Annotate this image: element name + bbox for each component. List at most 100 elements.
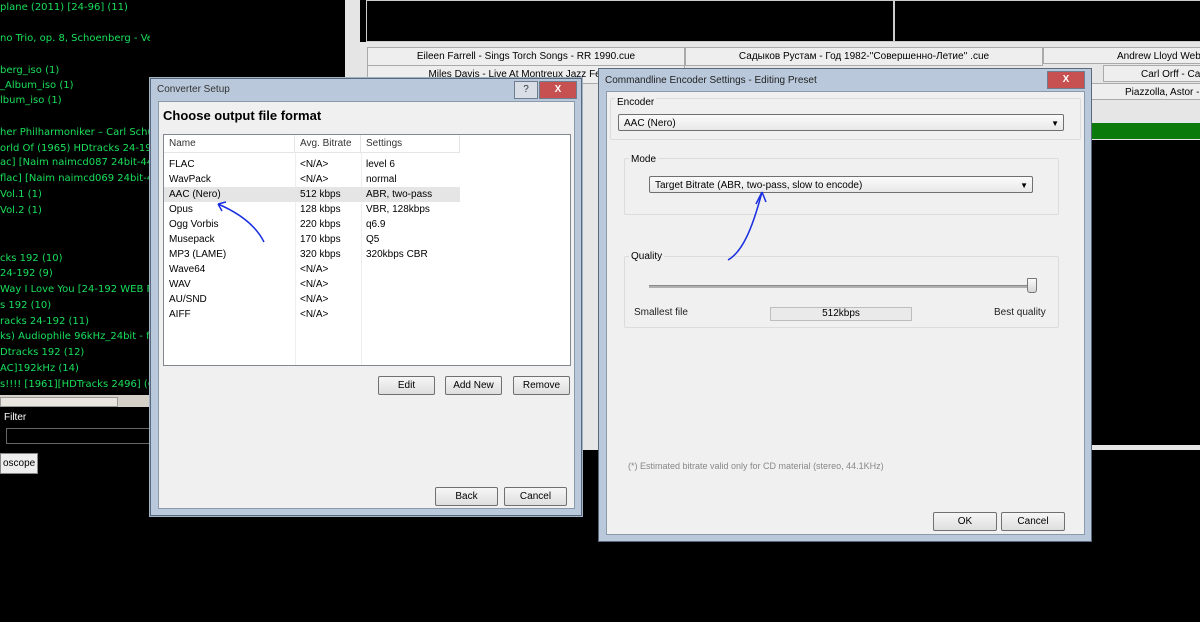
format-row[interactable]: FLAC <N/A> level 6 — [164, 157, 570, 172]
format-list[interactable]: Name Avg. Bitrate Settings FLAC <N/A> leve… — [163, 134, 571, 366]
format-row[interactable]: Wave64 <N/A> — [164, 262, 570, 277]
tree-item[interactable]: _Album_iso (1) — [0, 80, 74, 91]
best-quality-label: Best quality — [994, 307, 1046, 318]
remove-button[interactable]: Remove — [513, 376, 570, 395]
playlist-tab[interactable]: Садыков Рустам - Год 1982-''Совершенно-Л… — [685, 47, 1043, 66]
tree-item[interactable]: Vol.2 (1) — [0, 205, 42, 216]
format-row[interactable]: AU/SND <N/A> — [164, 292, 570, 307]
playlist-selected-row[interactable] — [1086, 123, 1200, 139]
format-settings-cell — [361, 277, 460, 292]
encoder-settings-dialog: Commandline Encoder Settings - Editing P… — [598, 68, 1092, 542]
tree-item[interactable]: Way I Love You [24-192 WEB FLA — [0, 284, 150, 295]
scrollbar-thumb[interactable] — [0, 397, 118, 407]
tree-item[interactable]: no Trio, op. 8, Schoenberg - Verklaerte … — [0, 33, 150, 44]
tree-item[interactable]: AC]192kHz (14) — [0, 363, 79, 374]
tree-item[interactable]: s 192 (10) — [0, 300, 51, 311]
format-settings-cell: ABR, two-pass — [361, 187, 460, 202]
bitrate-note: (*) Estimated bitrate valid only for CD … — [628, 461, 884, 471]
mode-label: Mode — [629, 154, 659, 165]
format-row[interactable]: WavPack <N/A> normal — [164, 172, 570, 187]
back-button[interactable]: Back — [435, 487, 498, 506]
format-settings-cell: VBR, 128kbps — [366, 204, 430, 215]
edit-button[interactable]: Edit — [378, 376, 435, 395]
format-bitrate-cell: 220 kbps — [300, 219, 341, 230]
filter-label: Filter — [4, 412, 27, 423]
format-name-cell: WAV — [169, 279, 191, 290]
tree-item[interactable]: orld Of (1965) HDtracks 24-192 (1 — [0, 143, 150, 154]
tree-item[interactable]: ac] [Naim naimcd087 24bit-44.1kH — [0, 157, 150, 168]
tree-item[interactable]: her Philharmoniker – Carl Schuricht — [0, 127, 150, 138]
tree-item[interactable]: berg_iso (1) — [0, 65, 59, 76]
mode-select[interactable]: Target Bitrate (ABR, two-pass, slow to e… — [649, 176, 1033, 193]
add-new-button[interactable]: Add New — [445, 376, 502, 395]
playlist-tab[interactable]: Carl Orff - Ca — [1103, 65, 1200, 82]
format-row[interactable]: MP3 (LAME) 320 kbps 320kbps CBR — [164, 247, 570, 262]
column-header-name[interactable]: Name — [164, 135, 295, 153]
playlist-tab[interactable]: Eileen Farrell - Sings Torch Songs - RR … — [367, 47, 685, 66]
close-button[interactable]: X — [1047, 71, 1085, 89]
tab-oscilloscope[interactable]: oscope — [0, 453, 38, 474]
chevron-down-icon: ▼ — [1051, 119, 1059, 128]
tree-item[interactable]: Vol.1 (1) — [0, 189, 42, 200]
format-bitrate-cell: 320 kbps — [300, 249, 341, 260]
format-settings-cell: normal — [366, 174, 397, 185]
format-row[interactable]: Ogg Vorbis 220 kbps q6.9 — [164, 217, 570, 232]
visualization-panel — [366, 0, 894, 42]
encoder-select[interactable]: AAC (Nero) ▼ — [618, 114, 1064, 131]
quality-slider-thumb[interactable] — [1027, 278, 1037, 293]
dialog-title: Commandline Encoder Settings - Editing P… — [605, 75, 817, 86]
format-row[interactable]: AIFF <N/A> — [164, 307, 570, 322]
format-row[interactable]: WAV <N/A> — [164, 277, 570, 292]
format-row[interactable]: AAC (Nero) 512 kbps ABR, two-pass — [164, 187, 570, 202]
tree-item[interactable]: lbum_iso (1) — [0, 95, 62, 106]
estimated-bitrate: 512kbps — [770, 307, 912, 321]
ok-button[interactable]: OK — [933, 512, 997, 531]
quality-slider[interactable] — [649, 285, 1032, 288]
encoder-select-value: AAC (Nero) — [624, 118, 676, 129]
quality-label: Quality — [629, 251, 665, 262]
visualization-panel-right — [894, 0, 1200, 42]
column-header-settings[interactable]: Settings — [361, 135, 460, 153]
tree-item[interactable]: ks) Audiophile 96kHz_24bit - flac — [0, 331, 150, 342]
format-name-cell: Musepack — [169, 234, 215, 245]
format-name-cell: Ogg Vorbis — [169, 219, 219, 230]
format-settings-cell: Q5 — [366, 234, 380, 245]
tree-item[interactable]: racks 24-192 (11) — [0, 316, 89, 327]
format-settings-cell: 320kbps CBR — [366, 249, 428, 260]
tree-item[interactable]: plane (2011) [24-96] (11) — [0, 2, 128, 13]
tree-item[interactable]: Dtracks 192 (12) — [0, 347, 84, 358]
tree-horizontal-scrollbar[interactable] — [0, 395, 150, 407]
format-row[interactable]: Musepack 170 kbps Q5 — [164, 232, 570, 247]
tree-item[interactable]: s!!!! [1961][HDTracks 2496] (6) — [0, 379, 150, 390]
playlist-list[interactable] — [1090, 140, 1200, 445]
dialog-titlebar[interactable]: Converter Setup ? X — [151, 79, 581, 101]
help-button[interactable]: ? — [514, 81, 538, 99]
filter-input[interactable] — [6, 428, 152, 444]
format-bitrate-cell: <N/A> — [300, 309, 329, 320]
converter-setup-dialog: Converter Setup ? X Choose output file f… — [150, 78, 582, 516]
column-header-bitrate[interactable]: Avg. Bitrate — [295, 135, 361, 153]
format-name-cell: FLAC — [169, 159, 195, 170]
format-settings-cell — [361, 262, 460, 277]
format-bitrate-cell: <N/A> — [300, 159, 329, 170]
dialog-body: Choose output file format Name Avg. Bitr… — [158, 101, 575, 509]
format-bitrate-cell: <N/A> — [300, 174, 329, 185]
tree-item[interactable]: cks 192 (10) — [0, 253, 62, 264]
cancel-button[interactable]: Cancel — [1001, 512, 1065, 531]
format-name-cell: MP3 (LAME) — [169, 249, 227, 260]
mode-select-value: Target Bitrate (ABR, two-pass, slow to e… — [655, 180, 863, 191]
smallest-file-label: Smallest file — [634, 307, 688, 318]
encoder-label: Encoder — [615, 97, 657, 108]
close-button[interactable]: X — [539, 81, 577, 99]
format-settings-cell: level 6 — [366, 159, 395, 170]
tree-item[interactable]: 24-192 (9) — [0, 268, 53, 279]
format-name-cell: WavPack — [169, 174, 211, 185]
cancel-button[interactable]: Cancel — [504, 487, 567, 506]
library-tree[interactable]: plane (2011) [24-96] (11) no Trio, op. 8,… — [0, 0, 150, 395]
playlist-tab[interactable]: Andrew Lloyd Web — [1043, 47, 1200, 64]
format-name-cell: Wave64 — [169, 264, 206, 275]
playlist-tab[interactable]: Piazzolla, Astor - — [1090, 83, 1200, 100]
chevron-down-icon: ▼ — [1020, 181, 1028, 190]
format-row[interactable]: Opus 128 kbps VBR, 128kbps — [164, 202, 570, 217]
tree-item[interactable]: flac] [Naim naimcd069 24bit-44.1k — [0, 173, 150, 184]
